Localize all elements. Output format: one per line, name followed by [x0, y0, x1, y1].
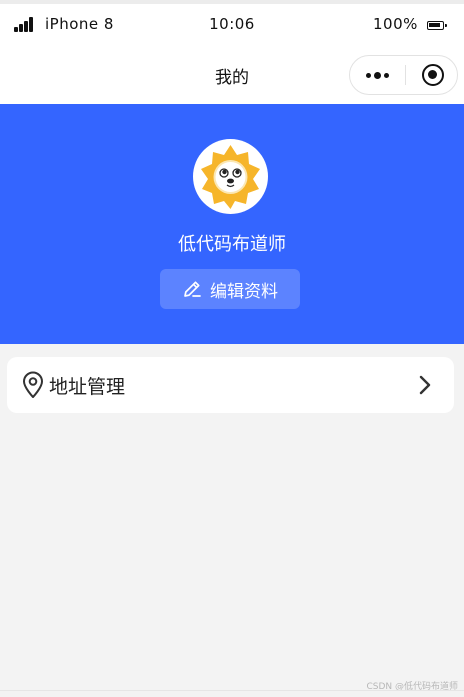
user-name: 低代码布道师 — [178, 234, 286, 255]
chevron-right-icon — [419, 375, 431, 395]
menu-item-label: 地址管理 — [49, 376, 126, 398]
bottom-divider — [0, 690, 464, 691]
more-icon[interactable] — [350, 56, 404, 94]
navigation-bar: 我的 — [0, 46, 464, 104]
edit-profile-label: 编辑资料 — [210, 281, 278, 302]
battery-icon — [427, 21, 447, 30]
avatar[interactable] — [193, 139, 268, 214]
lion-avatar-icon — [201, 145, 260, 209]
pencil-icon — [184, 281, 201, 297]
location-pin-icon — [23, 371, 43, 398]
profile-header: 低代码布道师 编辑资料 — [0, 104, 464, 344]
status-bar: iPhone 8 10:06 100% — [0, 4, 464, 46]
battery-percent: 100% — [373, 15, 418, 33]
mini-program-capsule — [349, 55, 458, 95]
close-target-icon[interactable] — [422, 64, 444, 86]
edit-profile-button[interactable]: 编辑资料 — [160, 269, 300, 309]
capsule-divider — [405, 65, 406, 85]
menu-item-address[interactable]: 地址管理 — [7, 357, 454, 413]
